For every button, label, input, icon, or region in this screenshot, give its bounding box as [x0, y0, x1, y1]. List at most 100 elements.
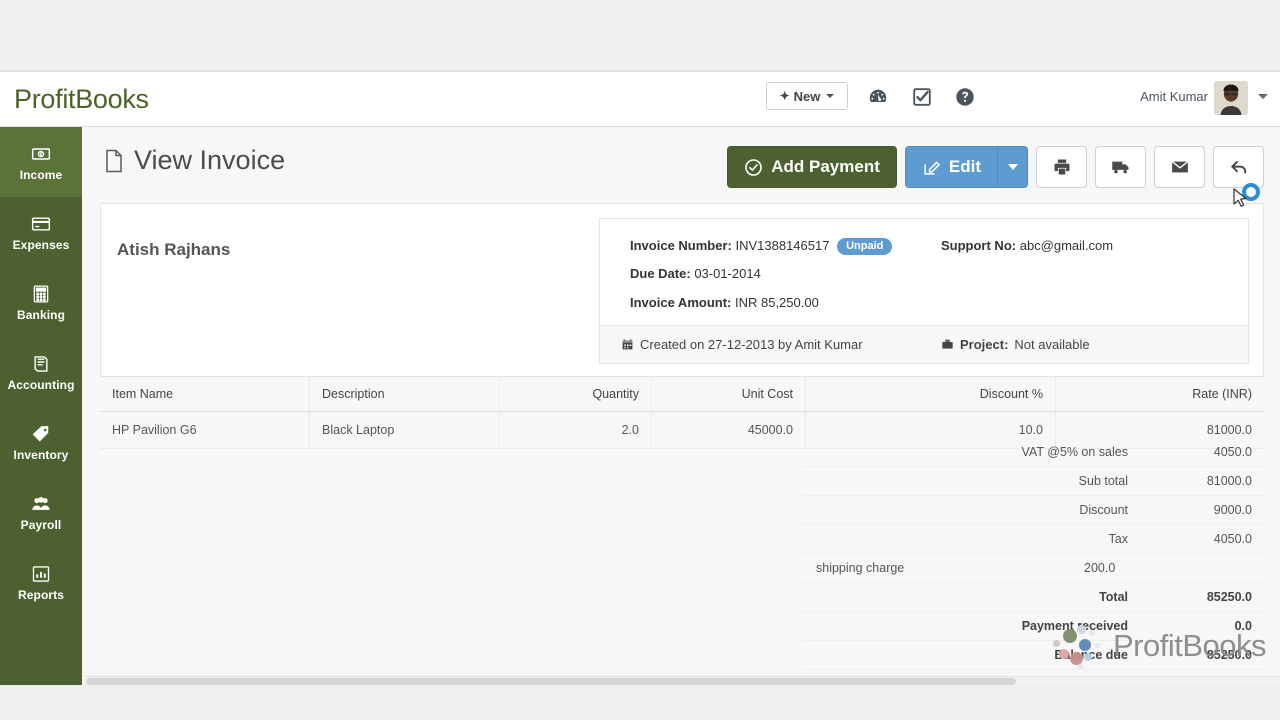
sidebar-item-reports[interactable]: Reports: [0, 547, 82, 617]
sidebar-item-inventory[interactable]: Inventory: [0, 407, 82, 477]
add-payment-label: Add Payment: [771, 157, 880, 177]
support-no-line: Support No: abc@gmail.com: [941, 238, 1113, 253]
page-title: View Invoice: [134, 145, 285, 176]
avatar[interactable]: [1214, 81, 1248, 115]
back-button[interactable]: [1213, 146, 1264, 188]
totals-row: Total85250.0: [802, 583, 1264, 612]
edit-button[interactable]: Edit: [905, 146, 998, 188]
money-icon: [29, 143, 53, 165]
scrollbar-thumb[interactable]: [86, 678, 1016, 685]
dashboard-icon[interactable]: [867, 86, 889, 108]
card-icon: [29, 213, 53, 235]
edit-label: Edit: [949, 157, 981, 177]
sidebar-item-banking[interactable]: Banking: [0, 267, 82, 337]
invoice-card-footer: Created on 27-12-2013 by Amit Kumar Proj…: [600, 325, 1248, 363]
totals-row: Discount9000.0: [802, 496, 1264, 525]
envelope-icon: [1170, 157, 1190, 177]
invoice-summary-card: Atish Rajhans Invoice Number: INV1388146…: [100, 203, 1264, 377]
plus-icon: ✦: [780, 89, 790, 103]
sidebar-item-label: Payroll: [21, 518, 62, 532]
project-info: Project: Not available: [941, 337, 1090, 352]
add-payment-button[interactable]: Add Payment: [727, 146, 897, 188]
calculator-icon: [29, 283, 53, 305]
invoice-details-box: Invoice Number: INV1388146517 Unpaid Due…: [599, 218, 1249, 364]
shipping-button[interactable]: [1095, 146, 1146, 188]
tasks-icon[interactable]: [911, 86, 933, 108]
bottom-strip: [0, 685, 1280, 720]
created-info: Created on 27-12-2013 by Amit Kumar: [621, 337, 863, 352]
invoice-number-label: Invoice Number:: [630, 238, 732, 253]
sidebar: Income Expenses Banking Accounting Inventory…: [0, 127, 82, 687]
app-brand-logo[interactable]: ProfitBooks: [14, 84, 149, 115]
briefcase-icon: [941, 338, 954, 351]
help-icon[interactable]: [954, 86, 976, 108]
document-icon: [104, 149, 124, 173]
totals-value: 4050.0: [1140, 532, 1264, 546]
edit-button-group: Edit: [905, 146, 1028, 188]
sidebar-item-label: Banking: [17, 308, 65, 322]
totals-row: Sub total81000.0: [802, 467, 1264, 496]
table-cell-unit-cost: 45000.0: [652, 412, 806, 448]
print-button[interactable]: [1036, 146, 1087, 188]
invoice-number-line: Invoice Number: INV1388146517 Unpaid: [630, 238, 892, 255]
sidebar-item-payroll[interactable]: Payroll: [0, 477, 82, 547]
sidebar-item-label: Income: [20, 168, 63, 182]
table-cell-item: HP Pavilion G6: [100, 412, 310, 448]
totals-label: Tax: [802, 532, 1140, 546]
user-menu-chevron-down-icon[interactable]: [1258, 94, 1268, 99]
invoice-number-value: INV1388146517: [735, 238, 829, 253]
chevron-down-icon: [1008, 164, 1018, 170]
support-no-label: Support No:: [941, 238, 1016, 253]
main-content: View Invoice Add Payment Edit: [84, 127, 1280, 683]
totals-label: VAT @5% on sales: [802, 445, 1140, 459]
watermark-dots-icon: [1051, 623, 1107, 669]
totals-value: 9000.0: [1140, 503, 1264, 517]
invoice-amount-value: INR 85,250.00: [735, 295, 819, 310]
totals-value: 4050.0: [1140, 445, 1264, 459]
totals-row: Tax4050.0: [802, 525, 1264, 554]
people-icon: [29, 493, 53, 515]
table-column-header: Discount %: [806, 377, 1056, 411]
customer-name: Atish Rajhans: [117, 240, 230, 260]
totals-row: shipping charge200.0: [802, 554, 1264, 583]
totals-value: 200.0: [1084, 561, 1264, 575]
user-name: Amit Kumar: [1140, 89, 1208, 104]
edit-dropdown-button[interactable]: [998, 146, 1028, 188]
sidebar-item-expenses[interactable]: Expenses: [0, 197, 82, 267]
table-column-header: Quantity: [500, 377, 652, 411]
table-column-header: Rate (INR): [1056, 377, 1264, 411]
back-arrow-icon: [1229, 157, 1249, 177]
email-button[interactable]: [1154, 146, 1205, 188]
bar-chart-icon: [29, 563, 53, 585]
table-column-header: Item Name: [100, 377, 310, 411]
horizontal-scrollbar[interactable]: [84, 676, 1280, 685]
sidebar-item-income[interactable]: Income: [0, 127, 82, 197]
sidebar-item-label: Inventory: [14, 448, 69, 462]
totals-label: shipping charge: [802, 561, 1084, 575]
totals-row: VAT @5% on sales4050.0: [802, 438, 1264, 467]
due-date-line: Due Date: 03-01-2014: [630, 266, 761, 281]
sidebar-item-label: Reports: [18, 588, 64, 602]
invoice-amount-line: Invoice Amount: INR 85,250.00: [630, 295, 819, 310]
totals-label: Discount: [802, 503, 1140, 517]
sidebar-item-accounting[interactable]: Accounting: [0, 337, 82, 407]
totals-value: 81000.0: [1140, 474, 1264, 488]
new-button[interactable]: ✦ New: [766, 82, 848, 110]
book-icon: [29, 353, 53, 375]
sidebar-item-label: Accounting: [8, 378, 75, 392]
page-header: View Invoice Add Payment Edit: [84, 127, 1280, 203]
project-label: Project:: [960, 337, 1008, 352]
calendar-icon: [621, 338, 634, 351]
table-cell-quantity: 2.0: [500, 412, 652, 448]
invoice-amount-label: Invoice Amount:: [630, 295, 731, 310]
action-toolbar: Add Payment Edit: [727, 146, 1264, 188]
invoice-detail-lines: Invoice Number: INV1388146517 Unpaid Due…: [600, 219, 1250, 325]
watermark-text: ProfitBooks: [1113, 628, 1266, 664]
chevron-down-icon: [826, 94, 834, 98]
table-cell-description: Black Laptop: [310, 412, 500, 448]
table-column-header: Unit Cost: [652, 377, 806, 411]
printer-icon: [1052, 157, 1072, 177]
created-text: Created on 27-12-2013 by Amit Kumar: [640, 337, 863, 352]
table-header-row: Item NameDescriptionQuantityUnit CostDis…: [100, 377, 1264, 412]
totals-value: 85250.0: [1140, 590, 1264, 604]
